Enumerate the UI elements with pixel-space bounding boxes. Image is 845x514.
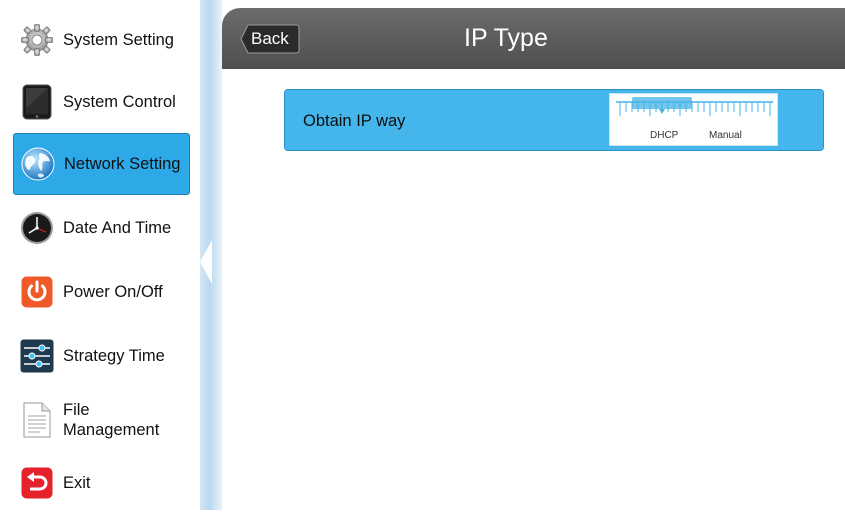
sliders-icon	[19, 338, 55, 374]
sidebar-item-exit[interactable]: Exit	[13, 452, 190, 514]
sidebar-item-label: Strategy Time	[63, 347, 165, 365]
sidebar-item-label: System Setting	[63, 31, 174, 49]
header-bar: Back IP Type	[222, 8, 845, 69]
sidebar-item-date-and-time[interactable]: Date And Time	[13, 197, 190, 259]
selection-pointer-icon	[200, 240, 212, 284]
power-icon	[19, 274, 55, 310]
gear-icon	[19, 22, 55, 58]
back-button[interactable]: Back	[240, 24, 300, 54]
sidebar-item-system-control[interactable]: System Control	[13, 71, 190, 133]
ip-way-selector[interactable]: DHCP Manual	[609, 93, 778, 146]
sidebar-item-label: Exit	[63, 474, 91, 492]
page-title: IP Type	[464, 24, 548, 52]
sidebar-divider	[200, 0, 222, 510]
sidebar-item-label: Date And Time	[63, 219, 172, 237]
sidebar: System Setting System Control Network Se…	[0, 0, 200, 510]
sidebar-item-label: System Control	[63, 93, 176, 111]
document-icon	[19, 402, 55, 438]
sidebar-item-system-setting[interactable]: System Setting	[13, 9, 190, 71]
clock-icon	[19, 210, 55, 246]
sidebar-item-network-setting[interactable]: Network Setting	[13, 133, 190, 195]
setting-label: Obtain IP way	[303, 112, 406, 130]
sidebar-item-label: Power On/Off	[63, 283, 163, 301]
option-dhcp[interactable]: DHCP	[650, 130, 678, 141]
sidebar-item-file-management[interactable]: File Management	[13, 389, 190, 451]
sidebar-item-label: File Management	[63, 401, 160, 439]
dial-scale-icon	[616, 97, 773, 116]
back-button-label: Back	[251, 29, 289, 48]
obtain-ip-way-row: Obtain IP way DHCP Manual	[284, 89, 824, 151]
sidebar-item-strategy-time[interactable]: Strategy Time	[13, 325, 190, 387]
exit-icon	[19, 465, 55, 501]
sidebar-item-power-on-off[interactable]: Power On/Off	[13, 261, 190, 323]
sidebar-item-label: Network Setting	[64, 155, 181, 173]
globe-icon	[20, 146, 56, 182]
option-manual[interactable]: Manual	[709, 130, 742, 141]
tablet-icon	[19, 84, 55, 120]
